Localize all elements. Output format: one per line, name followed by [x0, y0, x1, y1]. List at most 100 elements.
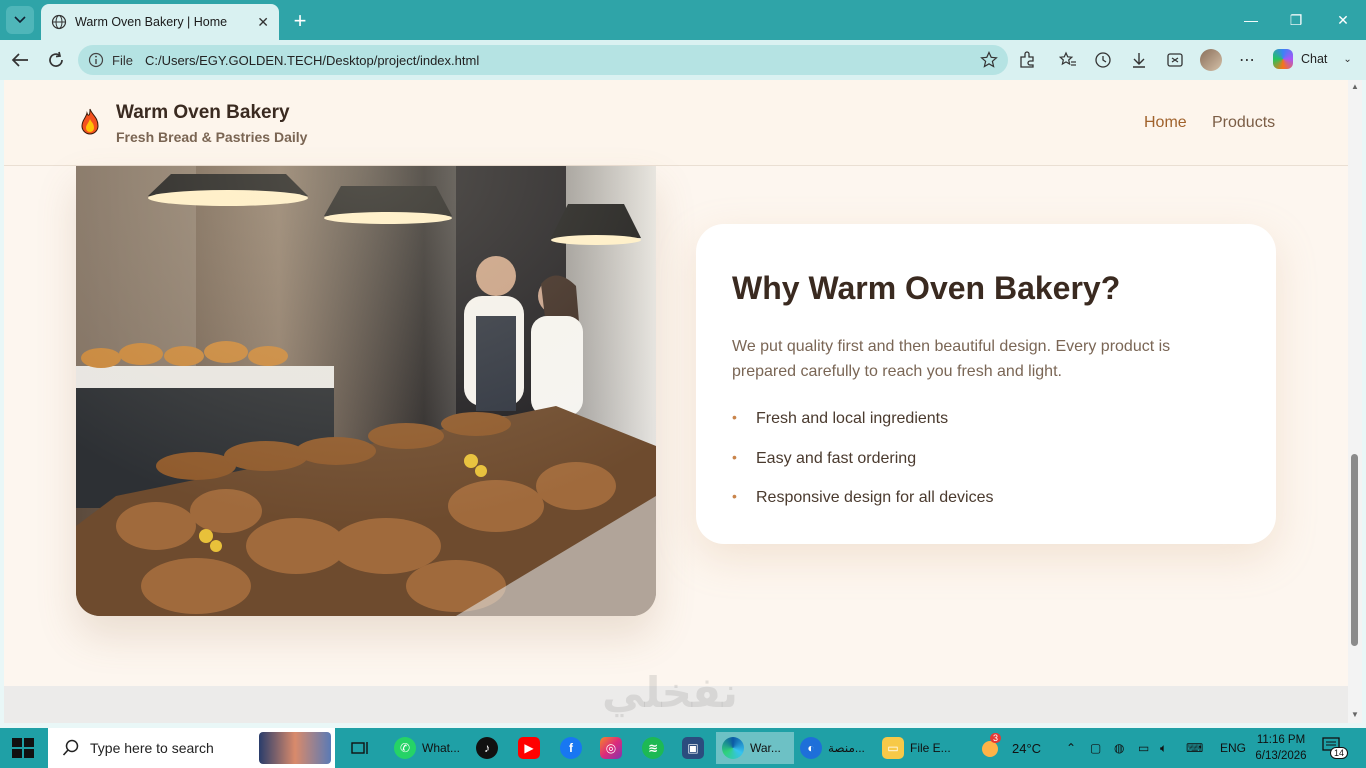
- whatsapp-icon: ✆: [394, 737, 416, 759]
- spotify-icon: ≋: [642, 737, 664, 759]
- list-item-text: Responsive design for all devices: [756, 489, 994, 506]
- chevron-down-icon[interactable]: ⌄: [1343, 54, 1351, 65]
- weather-temp: 24°C: [1012, 740, 1042, 756]
- info-icon[interactable]: [88, 52, 104, 68]
- task-view-icon[interactable]: [350, 732, 370, 764]
- page-viewport: Warm Oven Bakery Fresh Bread & Pastries …: [4, 80, 1348, 723]
- browser-toolbar: File C:/Users/EGY.GOLDEN.TECH/Desktop/pr…: [0, 40, 1366, 80]
- list-item: • Easy and fast ordering: [732, 448, 993, 490]
- taskbar-app-edge[interactable]: War...: [716, 732, 794, 764]
- taskbar-app-photos[interactable]: ▣: [682, 732, 704, 764]
- brand-tagline: Fresh Bread & Pastries Daily: [116, 129, 308, 145]
- favorites-icon[interactable]: [1057, 50, 1079, 70]
- refresh-icon[interactable]: [44, 48, 68, 72]
- profile-avatar[interactable]: [1200, 49, 1222, 71]
- address-scheme: File: [112, 52, 133, 68]
- restore-icon[interactable]: ❐: [1283, 8, 1309, 32]
- copilot-icon: [1273, 49, 1293, 69]
- scrollbar-thumb[interactable]: [1351, 454, 1358, 646]
- why-list: • Fresh and local ingredients • Easy and f…: [732, 409, 994, 529]
- chat-label: Chat: [1301, 52, 1328, 66]
- screenshot-icon[interactable]: [1164, 50, 1186, 70]
- search-placeholder: Type here to search: [90, 740, 214, 756]
- browser-tab-bar: Warm Oven Bakery | Home ✕ + — ❐ ✕: [0, 0, 1366, 40]
- site-header: Warm Oven Bakery Fresh Bread & Pastries …: [4, 80, 1348, 166]
- tiktok-icon: ♪: [476, 737, 498, 759]
- clock-time: 11:16 PM: [1256, 734, 1306, 746]
- app-label: War...: [750, 741, 781, 755]
- chevron-down-icon: [14, 16, 26, 24]
- close-window-icon[interactable]: ✕: [1330, 8, 1356, 32]
- app-label: File E...: [910, 741, 951, 755]
- why-title: Why Warm Oven Bakery?: [732, 270, 1121, 306]
- windows-start-icon[interactable]: [12, 738, 34, 758]
- nav-home[interactable]: Home: [1144, 114, 1187, 132]
- display-icon[interactable]: ▭: [1138, 728, 1149, 768]
- instagram-icon: ◎: [600, 737, 622, 759]
- scroll-down-icon[interactable]: ▼: [1351, 710, 1359, 719]
- clock-date: 6/13/2026: [1255, 750, 1307, 762]
- downloads-icon[interactable]: [1128, 50, 1150, 70]
- meet-now-icon[interactable]: ▢: [1090, 728, 1101, 768]
- fire-logo-icon: [81, 108, 99, 135]
- taskbar-clock[interactable]: 11:16 PM 6/13/2026: [1248, 732, 1314, 764]
- notification-center[interactable]: 14: [1322, 737, 1349, 759]
- bullet-icon: •: [732, 488, 737, 504]
- brand-name[interactable]: Warm Oven Bakery: [116, 102, 290, 124]
- chat-button[interactable]: Chat ⌄: [1273, 49, 1352, 69]
- facebook-icon: f: [560, 737, 582, 759]
- extensions-icon[interactable]: [1016, 50, 1038, 70]
- scroll-up-icon[interactable]: ▲: [1351, 82, 1359, 91]
- browser-tab-active[interactable]: Warm Oven Bakery | Home ✕: [41, 4, 279, 40]
- why-card: Why Warm Oven Bakery? We put quality fir…: [696, 224, 1276, 544]
- minimize-icon[interactable]: —: [1238, 8, 1264, 32]
- weather-badge: 3: [990, 733, 1002, 743]
- language-indicator[interactable]: ENG: [1220, 728, 1246, 768]
- file-explorer-icon: ▭: [882, 737, 904, 759]
- app-label: منصة...: [828, 741, 865, 755]
- windows-taskbar: Type here to search ✆ What... ♪ ▶ f ◎ ≋ …: [0, 728, 1366, 768]
- weather-icon: 3: [980, 733, 1004, 759]
- show-hidden-icons[interactable]: ⌃: [1066, 728, 1076, 768]
- weather-widget[interactable]: 3 24°C: [980, 728, 1041, 768]
- list-item: • Responsive design for all devices: [732, 488, 994, 529]
- taskbar-app-whatsapp[interactable]: ✆ What...: [394, 732, 460, 764]
- more-options-icon[interactable]: ⋯: [1236, 50, 1258, 70]
- notification-count: 14: [1330, 747, 1349, 759]
- volume-icon[interactable]: 🔈︎: [1160, 728, 1167, 768]
- globe-icon: [51, 14, 67, 30]
- app-label: What...: [422, 741, 461, 755]
- list-item: • Fresh and local ingredients: [732, 409, 993, 450]
- close-tab-icon[interactable]: ✕: [257, 14, 269, 31]
- edge-icon: [722, 737, 744, 759]
- bullet-icon: •: [732, 448, 737, 465]
- back-icon[interactable]: [8, 48, 32, 72]
- address-url[interactable]: C:/Users/EGY.GOLDEN.TECH/Desktop/project…: [145, 53, 980, 68]
- network-icon[interactable]: ◍: [1114, 728, 1124, 768]
- taskbar-app-instagram[interactable]: ◎: [600, 732, 622, 764]
- address-bar[interactable]: File C:/Users/EGY.GOLDEN.TECH/Desktop/pr…: [78, 45, 1008, 75]
- watermark-text: نفخلي: [602, 669, 738, 716]
- keyboard-icon[interactable]: ⌨: [1186, 728, 1203, 768]
- search-highlight-image[interactable]: [259, 732, 331, 764]
- nav-products[interactable]: Products: [1212, 114, 1275, 132]
- why-description: We put quality first and then beautiful …: [732, 338, 1171, 380]
- search-icon: [62, 739, 79, 756]
- taskbar-app-file-explorer[interactable]: ▭ File E...: [882, 732, 951, 764]
- favorite-star-icon[interactable]: [980, 51, 998, 69]
- page-scrollbar[interactable]: ▲ ▼: [1348, 80, 1362, 723]
- new-tab-button[interactable]: +: [287, 8, 313, 34]
- platform-icon: ◐: [800, 737, 822, 759]
- bakery-photo: [76, 166, 656, 616]
- taskbar-app-youtube[interactable]: ▶: [518, 732, 540, 764]
- taskbar-app-tiktok[interactable]: ♪: [476, 732, 498, 764]
- bullet-icon: •: [732, 409, 737, 425]
- tab-actions-button[interactable]: [6, 6, 34, 34]
- taskbar-search[interactable]: Type here to search: [48, 728, 335, 768]
- taskbar-app-facebook[interactable]: f: [560, 732, 582, 764]
- history-icon[interactable]: [1092, 50, 1114, 70]
- youtube-icon: ▶: [518, 737, 540, 759]
- taskbar-app-platform[interactable]: ◐ منصة...: [800, 732, 865, 764]
- taskbar-app-spotify[interactable]: ≋: [642, 732, 664, 764]
- list-item-text: Easy and fast ordering: [756, 449, 917, 467]
